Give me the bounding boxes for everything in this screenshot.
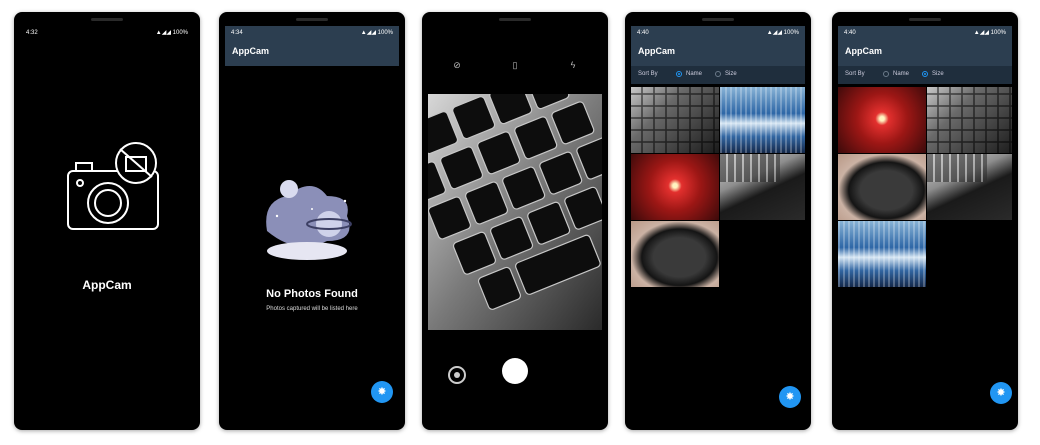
photo-thumbnail[interactable] [720,87,805,153]
status-bar: 4:32 ▲◢◢ 100% [20,26,194,40]
app-bar-title: AppCam [638,46,676,56]
phone-camera: ⊘ ▯ ϟ [422,12,608,430]
photo-thumbnail[interactable] [631,154,719,220]
camera-preview [428,94,602,330]
photo-thumbnail[interactable] [838,87,926,153]
photo-thumbnail[interactable] [927,87,1012,153]
signal-icons: ▲◢◢ [360,30,376,36]
sort-size-label[interactable]: Size [932,71,944,77]
sort-size-label[interactable]: Size [725,71,737,77]
app-bar-title: AppCam [845,46,883,56]
camera-logo-icon [67,142,159,230]
photo-thumbnail[interactable] [631,221,719,287]
camera-fab[interactable]: ✸ [779,386,801,408]
phone-gallery-size: 4:40 ▲◢◢ 100% AppCam Sort By Name Size ✸ [832,12,1018,430]
status-time: 4:40 [844,30,856,36]
app-bar: 4:40 ▲◢◢ 100% AppCam [838,26,1012,66]
photo-thumbnail[interactable] [838,154,926,220]
flash-off-icon[interactable]: ⊘ [450,58,464,72]
gallery-screen: 4:40 ▲◢◢ 100% AppCam Sort By Name Size ✸ [631,26,805,424]
camera-screen: ⊘ ▯ ϟ [428,26,602,424]
sort-size-radio[interactable] [715,71,721,77]
status-time: 4:34 [231,30,243,36]
sort-size-radio[interactable] [922,71,928,77]
sort-bar: Sort By Name Size [838,66,1012,84]
sort-name-label[interactable]: Name [893,71,909,77]
switch-camera-icon [454,372,460,378]
signal-icons: ▲◢◢ [155,30,171,36]
camera-fab[interactable]: ✸ [371,381,393,403]
signal-icons: ▲◢◢ [766,30,782,36]
phone-empty: 4:34 ▲◢◢ 100% AppCam No Photos Found Pho… [219,12,405,430]
app-bar: 4:34 ▲◢◢ 100% AppCam [225,26,399,66]
battery-level: 100% [172,30,188,36]
speaker [909,18,941,21]
status-right: ▲◢◢ 100% [767,26,799,40]
gallery-screen: 4:40 ▲◢◢ 100% AppCam Sort By Name Size ✸ [838,26,1012,424]
phone-splash: 4:32 ▲◢◢ 100% AppCam [14,12,200,430]
speaker [499,18,531,21]
splash-screen: 4:32 ▲◢◢ 100% AppCam [20,26,194,424]
sort-label: Sort By [845,71,865,77]
battery-level: 100% [990,30,1006,36]
camera-icon: ✸ [377,386,387,398]
photo-thumbnail[interactable] [720,154,805,220]
photo-thumbnail[interactable] [838,221,926,287]
camera-fab[interactable]: ✸ [990,382,1012,404]
status-bar: 4:40 ▲◢◢ 100% [631,26,805,40]
speaker [296,18,328,21]
status-right: ▲◢◢ 100% [361,26,393,40]
status-right: ▲◢◢ 100% [974,26,1006,40]
app-bar-title: AppCam [232,46,270,56]
camera-icon: ✸ [785,391,795,403]
empty-subtitle: Photos captured will be listed here [266,306,358,312]
phone-gallery-name: 4:40 ▲◢◢ 100% AppCam Sort By Name Size ✸ [625,12,811,430]
status-bar: 4:34 ▲◢◢ 100% [225,26,399,40]
space-illustration-icon [266,180,352,260]
battery-level: 100% [377,30,393,36]
sort-name-radio[interactable] [676,71,682,77]
sort-name-radio[interactable] [883,71,889,77]
sort-name-label[interactable]: Name [686,71,702,77]
keyboard-preview-image [428,94,602,330]
photo-thumbnail[interactable] [927,154,1012,220]
sort-label: Sort By [638,71,658,77]
sort-bar: Sort By Name Size [631,66,805,84]
status-time: 4:32 [26,30,38,36]
status-time: 4:40 [637,30,649,36]
screen-rotation-icon[interactable]: ▯ [508,58,522,72]
empty-title: No Photos Found [266,288,358,300]
status-bar: 4:40 ▲◢◢ 100% [838,26,1012,40]
speaker [91,18,123,21]
switch-camera-button[interactable] [448,366,466,384]
timer-off-icon[interactable]: ϟ [566,58,580,72]
status-right: ▲◢◢ 100% [156,26,188,40]
camera-icon: ✸ [996,387,1006,399]
empty-screen: 4:34 ▲◢◢ 100% AppCam No Photos Found Pho… [225,26,399,424]
photo-thumbnail[interactable] [631,87,719,153]
battery-level: 100% [783,30,799,36]
app-bar: 4:40 ▲◢◢ 100% AppCam [631,26,805,66]
shutter-button[interactable] [502,358,528,384]
app-name: AppCam [82,278,132,292]
speaker [702,18,734,21]
signal-icons: ▲◢◢ [973,30,989,36]
